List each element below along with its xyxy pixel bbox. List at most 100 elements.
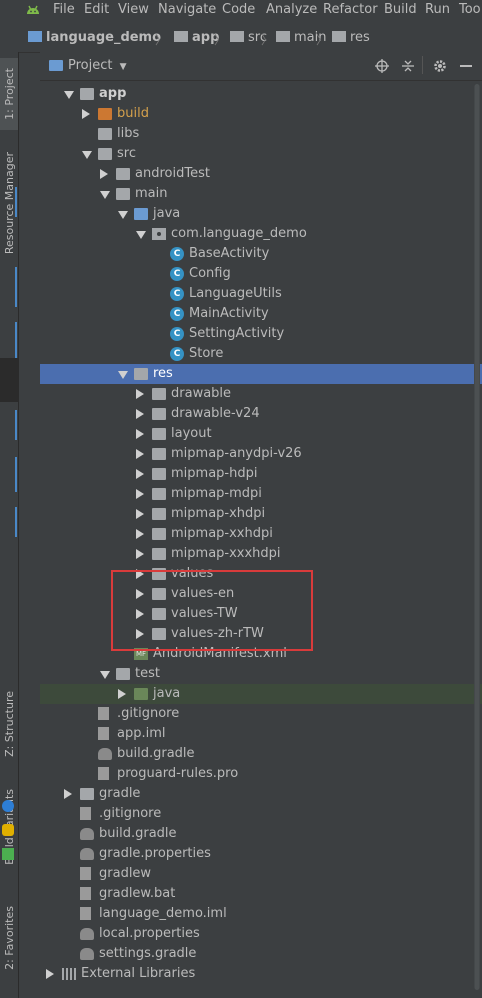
menu-refactor[interactable]: Refactor: [323, 2, 378, 17]
tree-row[interactable]: mipmap-anydpi-v26: [40, 444, 482, 464]
chevron-right-icon[interactable]: [46, 969, 54, 979]
tab-indicator: [15, 322, 17, 362]
folder-icon: [116, 168, 130, 180]
tree-row[interactable]: res: [40, 364, 482, 384]
chevron-down-icon[interactable]: [118, 371, 128, 379]
tab-favorites[interactable]: 2: Favorites: [0, 898, 18, 978]
chevron-right-icon[interactable]: [136, 509, 144, 519]
tree-row[interactable]: androidTest: [40, 164, 482, 184]
collapse-all-icon[interactable]: [400, 58, 416, 74]
tree-row[interactable]: layout: [40, 424, 482, 444]
menu-navigate[interactable]: Navigate: [158, 2, 216, 17]
chevron-down-icon[interactable]: [100, 671, 110, 679]
file-icon: [80, 807, 91, 820]
breadcrumb-res[interactable]: res: [332, 30, 370, 45]
tree-row-label: res: [153, 366, 173, 381]
menu-view[interactable]: View: [118, 2, 149, 17]
chevron-down-icon[interactable]: [82, 151, 92, 159]
chevron-right-icon[interactable]: [100, 169, 108, 179]
chevron-down-icon[interactable]: [64, 91, 74, 99]
tree-row[interactable]: gradlew: [40, 864, 482, 884]
chevron-right-icon[interactable]: [136, 469, 144, 479]
tree-row[interactable]: mipmap-hdpi: [40, 464, 482, 484]
tree-row[interactable]: mipmap-xxhdpi: [40, 524, 482, 544]
menu-run[interactable]: Run: [425, 2, 450, 17]
tree-row[interactable]: java: [40, 684, 482, 704]
tree-row[interactable]: app: [40, 84, 482, 104]
chevron-down-icon[interactable]: [136, 231, 146, 239]
chevron-right-icon[interactable]: [64, 789, 72, 799]
project-view-select[interactable]: Project ▼: [68, 58, 127, 73]
chevron-right-icon[interactable]: [136, 549, 144, 559]
tree-row[interactable]: build.gradle: [40, 744, 482, 764]
tree-row[interactable]: mipmap-mdpi: [40, 484, 482, 504]
tree-row[interactable]: app.iml: [40, 724, 482, 744]
chevron-right-icon[interactable]: [136, 409, 144, 419]
tree-row[interactable]: .gitignore: [40, 704, 482, 724]
folder-icon: [152, 448, 166, 460]
tree-row[interactable]: .gitignore: [40, 804, 482, 824]
tree-row[interactable]: proguard-rules.pro: [40, 764, 482, 784]
gear-icon[interactable]: [432, 58, 448, 74]
tree-row[interactable]: build.gradle: [40, 824, 482, 844]
tree-row[interactable]: drawable-v24: [40, 404, 482, 424]
chevron-right-icon: 〉: [261, 33, 274, 47]
tree-row[interactable]: mipmap-xxxhdpi: [40, 544, 482, 564]
chevron-right-icon[interactable]: [136, 429, 144, 439]
folder-icon: [230, 31, 244, 42]
tree-row-label: LanguageUtils: [189, 286, 282, 301]
menu-code[interactable]: Code: [222, 2, 255, 17]
tree-row[interactable]: language_demo.iml: [40, 904, 482, 924]
tree-row[interactable]: C SettingActivity: [40, 324, 482, 344]
tree-row[interactable]: C MainActivity: [40, 304, 482, 324]
tree-row[interactable]: C Store: [40, 344, 482, 364]
tree-row[interactable]: src: [40, 144, 482, 164]
tree-row[interactable]: drawable: [40, 384, 482, 404]
tree-row[interactable]: main: [40, 184, 482, 204]
chevron-right-icon[interactable]: [136, 529, 144, 539]
scrollbar[interactable]: [474, 84, 480, 994]
tab-label: Resource Manager: [2, 151, 16, 255]
tree-row[interactable]: gradlew.bat: [40, 884, 482, 904]
tree-row[interactable]: build: [40, 104, 482, 124]
tab-label: 2: Favorites: [2, 906, 16, 970]
tree-row[interactable]: C BaseActivity: [40, 244, 482, 264]
tree-row[interactable]: test: [40, 664, 482, 684]
chevron-right-icon[interactable]: [136, 389, 144, 399]
chevron-down-icon[interactable]: [118, 211, 128, 219]
chevron-right-icon[interactable]: [118, 689, 126, 699]
tree-row[interactable]: External Libraries: [40, 964, 482, 984]
chevron-right-icon[interactable]: [136, 449, 144, 459]
minimize-icon[interactable]: [460, 65, 472, 67]
locate-icon[interactable]: [374, 58, 390, 74]
tree-row[interactable]: libs: [40, 124, 482, 144]
tree-row[interactable]: com.language_demo: [40, 224, 482, 244]
chevron-right-icon[interactable]: [136, 489, 144, 499]
tree-row[interactable]: gradle.properties: [40, 844, 482, 864]
tree-row[interactable]: C LanguageUtils: [40, 284, 482, 304]
tab-structure[interactable]: Z: Structure: [0, 684, 18, 764]
gradle-icon: [80, 948, 94, 960]
chevron-right-icon[interactable]: [82, 109, 90, 119]
breadcrumb-project[interactable]: language_demo: [28, 30, 161, 45]
menu-edit[interactable]: Edit: [84, 2, 109, 17]
libraries-icon: [62, 968, 76, 980]
tree-row-label: gradle.properties: [99, 846, 211, 861]
menu-analyze[interactable]: Analyze: [266, 2, 317, 17]
breadcrumb-app[interactable]: app: [174, 30, 219, 45]
tree-row[interactable]: java: [40, 204, 482, 224]
menu-build[interactable]: Build: [384, 2, 417, 17]
menu-tools[interactable]: Too: [459, 2, 481, 17]
tree-row[interactable]: local.properties: [40, 924, 482, 944]
tab-label: Z: Structure: [2, 691, 16, 757]
gradle-icon: [80, 848, 94, 860]
tree-row[interactable]: settings.gradle: [40, 944, 482, 964]
menu-file[interactable]: File: [53, 2, 75, 17]
folder-icon: [152, 468, 166, 480]
tree-row-label: mipmap-mdpi: [171, 486, 262, 501]
chevron-down-icon[interactable]: [100, 191, 110, 199]
tab-project[interactable]: 1: Project: [0, 58, 18, 130]
tree-row[interactable]: mipmap-xhdpi: [40, 504, 482, 524]
tree-row[interactable]: C Config: [40, 264, 482, 284]
tree-row[interactable]: gradle: [40, 784, 482, 804]
